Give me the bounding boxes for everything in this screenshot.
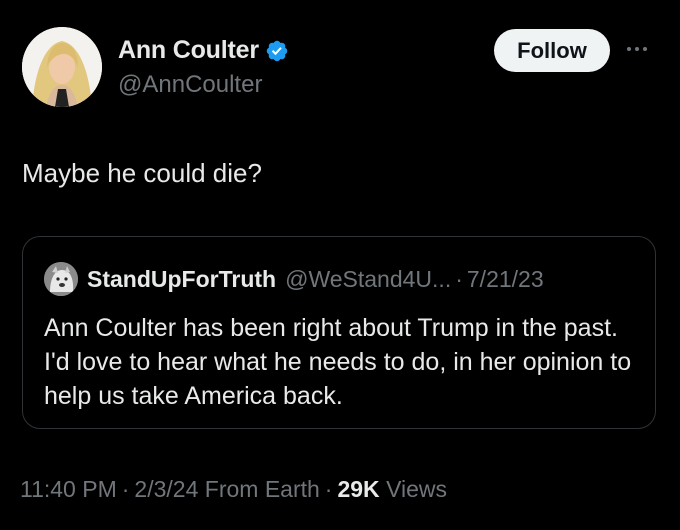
more-dot bbox=[635, 47, 639, 51]
tweet-meta: 11:40 PM · 2/3/24 From Earth · 29K Views bbox=[20, 476, 447, 503]
tweet-time[interactable]: 11:40 PM bbox=[20, 476, 117, 502]
quoted-tweet-header: StandUpForTruth @WeStand4U... · 7/21/23 bbox=[44, 262, 544, 296]
quoted-author-avatar-image bbox=[44, 262, 78, 296]
meta-separator: · bbox=[121, 476, 130, 502]
views-label: Views bbox=[386, 476, 447, 502]
views-count: 29K bbox=[337, 476, 380, 502]
author-handle[interactable]: @AnnCoulter bbox=[118, 71, 262, 99]
tweet-text: Maybe he could die? bbox=[22, 158, 262, 188]
verified-badge-icon bbox=[266, 40, 288, 61]
follow-button[interactable]: Follow bbox=[494, 29, 610, 72]
quoted-author-name[interactable]: StandUpForTruth bbox=[87, 266, 276, 293]
quoted-author-avatar[interactable] bbox=[44, 262, 78, 296]
quoted-tweet-card[interactable]: StandUpForTruth @WeStand4U... · 7/21/23 … bbox=[22, 236, 656, 429]
more-dot bbox=[643, 47, 647, 51]
author-avatar-image bbox=[22, 27, 102, 107]
quoted-date[interactable]: 7/21/23 bbox=[467, 266, 544, 293]
author-name-row: Ann Coulter bbox=[118, 36, 289, 65]
quoted-separator: · bbox=[455, 265, 463, 292]
author-name[interactable]: Ann Coulter bbox=[118, 36, 259, 65]
quoted-tweet-text: Ann Coulter has been right about Trump i… bbox=[44, 314, 632, 410]
tweet-date[interactable]: 2/3/24 bbox=[134, 476, 198, 502]
tweet-source: From Earth bbox=[204, 476, 320, 502]
more-dot bbox=[627, 47, 631, 51]
author-avatar[interactable] bbox=[22, 27, 102, 107]
meta-separator: · bbox=[324, 476, 333, 502]
tweet-container: Ann Coulter @AnnCoulter Follow Maybe he … bbox=[0, 0, 680, 530]
quoted-author-handle[interactable]: @WeStand4U... bbox=[285, 266, 451, 293]
more-options-icon[interactable] bbox=[627, 44, 655, 54]
